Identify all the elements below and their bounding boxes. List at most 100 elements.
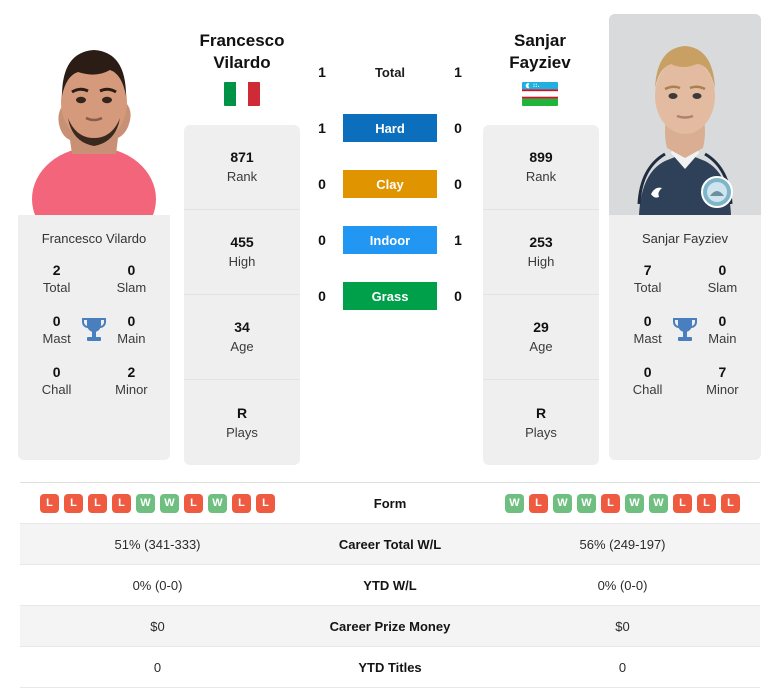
h2h-surface-badge-clay[interactable]: Clay [343,170,437,198]
right-stat-plays-value: R [535,404,547,421]
right-titles-slam-value: 0 [718,262,727,278]
right-titles-minor-value: 7 [718,364,727,380]
right-titles-main-label: Main [708,331,737,346]
table-row: 0 YTD Titles 0 [20,647,760,688]
right-stat-high-label: High [527,254,555,269]
h2h-right-score-total: 1 [454,64,462,80]
h2h-row-total: 1 Total 1 [311,58,469,86]
comparison-stats-table: L L L L W W L W L L Form W L W W L W W L L L 51% (341-333) Car… [20,482,760,688]
right-titles-card: Sanjar Fayziev 7 Total 0 Slam 0 Mast 0 M… [609,215,761,460]
left-titles-main-label: Main [117,331,146,346]
form-badge-l[interactable]: L [256,493,275,513]
form-badge-w[interactable]: W [649,493,668,513]
right-stat-plays: R Plays [483,380,599,465]
left-stat-age-value: 34 [234,319,250,335]
left-stat-plays: R Plays [184,380,300,465]
left-career-total-w-l-value: 51% (341-333) [114,536,201,552]
left-titles-card: Francesco Vilardo 2 Total 0 Slam 0 Mast … [18,215,170,460]
form-badge-w[interactable]: W [208,493,227,513]
left-stat-rank-label: Rank [226,169,258,184]
right-player-column: Sanjar Fayziev 7 Total 0 Slam 0 Mast 0 M… [609,14,761,460]
flag-italy-icon [224,82,260,106]
h2h-right-score-clay: 0 [454,176,462,192]
h2h-right-score-grass: 0 [454,288,462,304]
left-stat-age: 34 Age [184,295,300,380]
left-stat-rank: 871 Rank [184,125,300,210]
right-titles-row-total-slam: 7 Total 0 Slam [615,262,755,296]
right-titles-minor: 7 Minor [700,364,745,398]
left-stat-card: 871 Rank 455 High 34 Age R Plays [184,125,300,465]
table-row: $0 Career Prize Money $0 [20,606,760,647]
left-titles-minor-value: 2 [127,364,136,380]
left-titles-slam: 0 Slam [109,262,154,296]
form-badge-l[interactable]: L [232,493,251,513]
h2h-right-score-indoor: 1 [454,232,462,248]
h2h-surface-badge-hard[interactable]: Hard [343,114,437,142]
right-titles-row-chall-minor: 0 Chall 7 Minor [615,364,755,398]
h2h-left-score-grass: 0 [318,288,326,304]
form-badge-w[interactable]: W [577,493,596,513]
form-badge-w[interactable]: W [553,493,572,513]
right-titles-slam-label: Slam [707,280,738,295]
form-badge-l[interactable]: L [112,493,131,513]
form-badge-w[interactable]: W [136,493,155,513]
form-badge-l[interactable]: L [88,493,107,513]
left-titles-row-chall-minor: 0 Chall 2 Minor [24,364,164,398]
right-titles-grid: 7 Total 0 Slam 0 Mast 0 Main 0 Chall 7 M… [609,262,761,398]
left-titles-minor-label: Minor [115,382,148,397]
form-badge-l[interactable]: L [64,493,83,513]
table-row-label: Career Total W/L [338,536,442,552]
left-player-portrait-icon [18,14,170,215]
right-titles-mast-value: 0 [643,313,652,329]
left-ytd-titles-value: 0 [153,659,162,675]
form-badge-l[interactable]: L [673,493,692,513]
h2h-left-score-hard: 1 [318,120,326,136]
table-row: 0% (0-0) YTD W/L 0% (0-0) [20,565,760,606]
right-titles-chall: 0 Chall [625,364,670,398]
h2h-left-score-total: 1 [318,64,326,80]
h2h-row-grass: 0 Grass 0 [311,282,469,310]
form-badge-l[interactable]: L [601,493,620,513]
h2h-surface-badge-grass[interactable]: Grass [343,282,437,310]
form-badge-l[interactable]: L [697,493,716,513]
right-stat-age-value: 29 [533,319,549,335]
left-player-photo [18,14,170,215]
form-badge-l[interactable]: L [529,493,548,513]
left-stat-high: 455 High [184,210,300,295]
h2h-right-score-hard: 0 [454,120,462,136]
right-ytd-w-l-value: 0% (0-0) [597,577,648,593]
table-row-label: YTD W/L [363,577,417,593]
left-form-value: LLLLWWLWLL [20,493,295,513]
left-titles-total-label: Total [42,280,71,295]
left-titles-chall-value: 0 [52,364,61,380]
form-badge-l[interactable]: L [184,493,203,513]
left-player-first-name: Francesco [199,31,285,50]
left-titles-mast: 0 Mast [34,313,79,347]
form-badge-w[interactable]: W [625,493,644,513]
left-stat-rank-value: 871 [230,149,254,165]
player-comparison-page: Francesco Vilardo 2 Total 0 Slam 0 Mast … [0,0,779,699]
form-badge-l[interactable]: L [40,493,59,513]
form-badge-l[interactable]: L [721,493,740,513]
left-titles-total: 2 Total [34,262,79,296]
left-player-name-block: Francesco Vilardo [167,30,317,106]
right-player-portrait-icon [609,14,761,215]
right-titles-chall-value: 0 [643,364,652,380]
right-stat-high-value: 253 [529,234,553,250]
left-stat-plays-value: R [236,404,248,421]
left-titles-main: 0 Main [109,313,154,347]
left-titles-mast-label: Mast [42,331,71,346]
form-badge-w[interactable]: W [505,493,524,513]
h2h-surface-badge-indoor[interactable]: Indoor [343,226,437,254]
left-titles-minor: 2 Minor [109,364,154,398]
table-row: 51% (341-333) Career Total W/L 56% (249-19… [20,524,760,565]
right-titles-total: 7 Total [625,262,670,296]
left-stat-high-label: High [228,254,256,269]
left-titles-chall: 0 Chall [34,364,79,398]
head-to-head-panel: 1 Total 1 1 Hard 0 0 Clay 0 0 Indoor 1 0 Grass 0 [311,58,469,310]
table-row: L L L L W W L W L L Form W L W W L W W L L L [20,483,760,524]
form-badge-w[interactable]: W [160,493,179,513]
table-row-label: Form [373,495,407,511]
left-stat-age-label: Age [230,339,254,354]
left-titles-row-total-slam: 2 Total 0 Slam [24,262,164,296]
